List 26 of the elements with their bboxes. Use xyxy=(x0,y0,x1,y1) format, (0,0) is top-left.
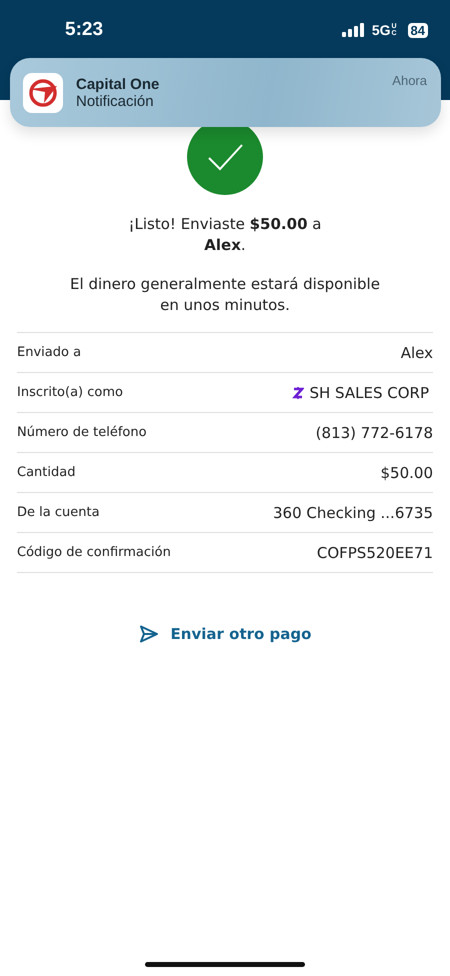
app-icon xyxy=(23,72,63,112)
detail-label: Inscrito(a) como xyxy=(17,385,123,400)
availability-note: El dinero generalmente estará disponible en unos minutos. xyxy=(69,274,381,316)
network-label: 5G xyxy=(372,22,391,38)
detail-label: Código de confirmación xyxy=(17,545,171,560)
app-name: Capital One xyxy=(76,76,160,92)
send-icon xyxy=(138,625,159,643)
detail-value: (813) 772-6178 xyxy=(316,424,433,442)
detail-value: Alex xyxy=(400,344,433,362)
confirmation-message: ¡Listo! Enviaste $50.00 a Alex. xyxy=(128,214,322,256)
send-another-payment-link[interactable]: Enviar otro pago xyxy=(138,621,312,647)
detail-value: SH SALES CORP xyxy=(309,384,429,402)
detail-label: Cantidad xyxy=(17,465,76,480)
notification-banner[interactable]: Capital One Notificación Ahora xyxy=(10,58,441,127)
battery-level: 84 xyxy=(408,22,428,38)
clock-time: 5:23 xyxy=(65,19,104,41)
detail-label: Enviado a xyxy=(17,345,82,360)
detail-value: COFPS520EE71 xyxy=(316,544,433,562)
notification-body: Notificación xyxy=(76,92,155,110)
detail-label: Número de teléfono xyxy=(17,425,147,440)
detail-label: De la cuenta xyxy=(17,505,100,520)
detail-value: 360 Checking ...6735 xyxy=(273,504,433,522)
zelle-icon xyxy=(292,386,304,400)
detail-value: $50.00 xyxy=(380,464,433,482)
notification-time: Ahora xyxy=(392,73,427,88)
signal-icon xyxy=(342,23,366,37)
